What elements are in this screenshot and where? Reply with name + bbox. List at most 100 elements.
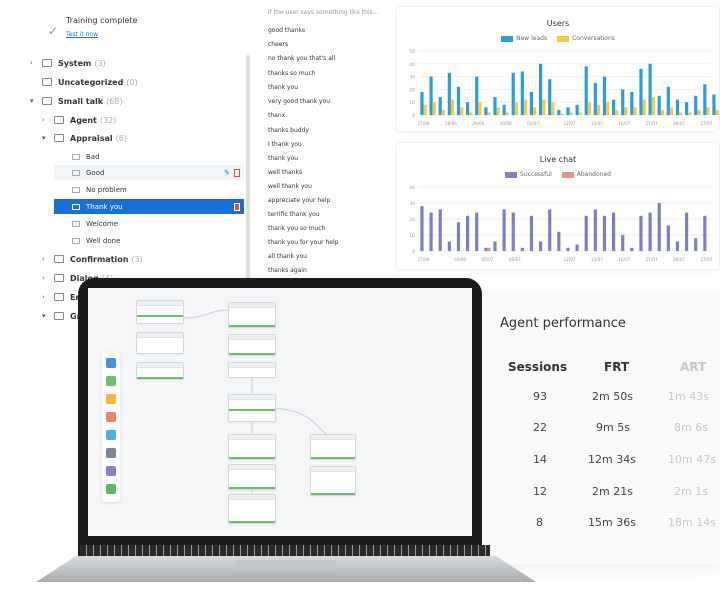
tree-item-appraisal[interactable]: ▾ Appraisal (6) <box>42 127 127 149</box>
intent-bad[interactable]: Bad <box>54 149 244 164</box>
bar[interactable] <box>514 102 519 115</box>
bar[interactable] <box>429 76 433 115</box>
bar[interactable] <box>706 107 710 115</box>
bar[interactable] <box>630 247 634 251</box>
intent-no-problem[interactable]: No problem <box>54 182 244 197</box>
flow-node[interactable] <box>228 334 276 356</box>
bar[interactable] <box>587 102 592 115</box>
bar[interactable] <box>542 99 546 115</box>
bar[interactable] <box>675 99 680 115</box>
phrase-item[interactable]: I thank you <box>268 141 302 148</box>
chevron-down-icon[interactable]: ▾ <box>30 97 42 105</box>
flow-node[interactable] <box>136 362 184 380</box>
bar[interactable] <box>429 212 433 251</box>
bar[interactable] <box>648 212 652 251</box>
bar[interactable] <box>660 109 665 115</box>
flow-node[interactable] <box>228 494 276 524</box>
bar[interactable] <box>441 109 446 115</box>
bar[interactable] <box>520 247 524 251</box>
legend-abandoned[interactable]: Abandoned <box>561 171 611 178</box>
chevron-right-icon[interactable]: › <box>42 116 54 124</box>
bar[interactable] <box>575 104 579 115</box>
bar[interactable] <box>666 225 670 251</box>
intent-good[interactable]: Good ✎ <box>54 165 244 180</box>
bar[interactable] <box>502 104 506 115</box>
flow-node[interactable] <box>228 434 276 460</box>
phrase-item[interactable]: thank you for your help <box>268 239 338 246</box>
bar[interactable] <box>648 63 652 115</box>
bar[interactable] <box>493 97 497 115</box>
chevron-right-icon[interactable]: › <box>30 59 42 67</box>
bar[interactable] <box>639 215 643 251</box>
legend-conversations[interactable]: Conversations <box>557 35 615 42</box>
bar[interactable] <box>569 112 573 115</box>
flow-node[interactable] <box>228 302 276 328</box>
bar[interactable] <box>420 206 424 251</box>
phrase-item[interactable]: thanx <box>268 112 285 119</box>
bar[interactable] <box>715 109 719 115</box>
bar[interactable] <box>684 212 689 251</box>
bar[interactable] <box>475 76 479 115</box>
bar[interactable] <box>460 107 464 115</box>
flow-node[interactable] <box>228 362 276 378</box>
bar[interactable] <box>630 91 634 115</box>
bar[interactable] <box>593 209 597 251</box>
bar[interactable] <box>484 247 488 251</box>
bar[interactable] <box>639 68 643 115</box>
bar[interactable] <box>551 102 555 115</box>
flow-node[interactable] <box>136 332 184 354</box>
flow-node-condition[interactable] <box>228 394 276 422</box>
bar[interactable] <box>557 109 561 115</box>
bar[interactable] <box>675 241 680 251</box>
phrase-item[interactable]: thanks so much <box>268 70 316 77</box>
bar[interactable] <box>511 212 515 251</box>
phrase-item[interactable]: good thanks <box>268 27 305 34</box>
intent-welcome[interactable]: Welcome <box>54 216 244 231</box>
bar[interactable] <box>633 107 637 115</box>
bar[interactable] <box>432 102 436 115</box>
phrase-item[interactable]: thank you so much <box>268 225 325 232</box>
phrase-item[interactable]: thank you <box>268 84 298 91</box>
bar[interactable] <box>529 91 534 115</box>
bar[interactable] <box>703 84 707 115</box>
bar[interactable] <box>606 102 610 115</box>
bar[interactable] <box>478 102 482 115</box>
bar[interactable] <box>438 97 442 115</box>
bar[interactable] <box>420 91 424 115</box>
pencil-icon[interactable]: ✎ <box>224 169 230 177</box>
bar[interactable] <box>688 112 692 115</box>
phrase-item[interactable]: well thanks <box>268 169 302 176</box>
bar[interactable] <box>624 107 628 115</box>
phrase-item[interactable]: thank you <box>268 155 298 162</box>
phrase-item[interactable]: appreciate your help <box>268 197 330 204</box>
bar[interactable] <box>493 241 497 251</box>
bar[interactable] <box>560 113 564 115</box>
tree-scrollbar[interactable] <box>246 55 250 300</box>
bar[interactable] <box>475 212 479 251</box>
trash-icon[interactable] <box>234 168 240 177</box>
bar[interactable] <box>487 247 491 251</box>
bar[interactable] <box>511 72 515 115</box>
bar[interactable] <box>615 109 619 115</box>
bar[interactable] <box>538 241 543 251</box>
intent-thank-you[interactable]: Thank you <box>54 199 244 214</box>
bar[interactable] <box>697 109 701 115</box>
bar[interactable] <box>456 86 461 115</box>
bar[interactable] <box>575 244 579 251</box>
bar[interactable] <box>684 102 689 115</box>
bar[interactable] <box>520 71 524 115</box>
chevron-right-icon[interactable]: › <box>42 255 54 263</box>
bar[interactable] <box>694 238 698 251</box>
bar[interactable] <box>669 107 674 115</box>
bar[interactable] <box>596 104 601 115</box>
bar[interactable] <box>557 231 561 251</box>
phrase-item[interactable]: all thank you <box>268 253 307 260</box>
phrase-item[interactable]: no thank you that's all <box>268 55 335 62</box>
bar[interactable] <box>611 99 616 115</box>
bar[interactable] <box>694 95 698 115</box>
legend-successful[interactable]: Successful <box>505 171 552 178</box>
intent-well-done[interactable]: Well done <box>54 233 244 248</box>
bar[interactable] <box>666 86 670 115</box>
bar[interactable] <box>447 241 451 251</box>
bar[interactable] <box>523 99 528 115</box>
